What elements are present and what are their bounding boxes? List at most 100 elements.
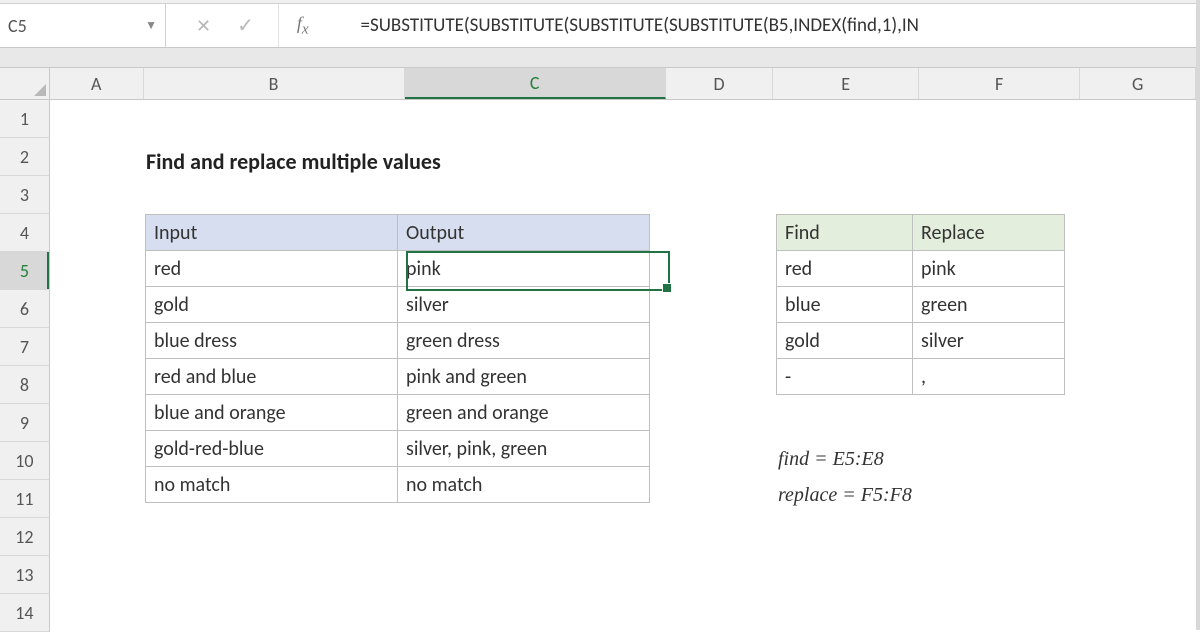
cell-E12[interactable] [773,518,919,556]
cell-A14[interactable] [50,594,144,632]
cell-F5[interactable] [919,252,1080,290]
cell-E2[interactable] [773,138,919,176]
row-header-9[interactable]: 9 [0,404,50,442]
cell-G4[interactable] [1080,214,1196,252]
cell-A4[interactable] [50,214,144,252]
cell-E13[interactable] [773,556,919,594]
cell-C10[interactable] [405,442,666,480]
row-header-2[interactable]: 2 [0,138,50,176]
row-header-10[interactable]: 10 [0,442,50,480]
cell-G8[interactable] [1080,366,1196,404]
cell-D14[interactable] [666,594,774,632]
cell-E9[interactable] [773,404,919,442]
cell-F10[interactable] [919,442,1080,480]
cell-E8[interactable] [773,366,919,404]
cell-C11[interactable] [405,480,666,518]
enter-icon[interactable]: ✓ [237,13,254,38]
row-header-13[interactable]: 13 [0,556,50,594]
cell-C3[interactable] [405,176,666,214]
cell-B2[interactable] [144,138,405,176]
cell-C13[interactable] [405,556,666,594]
cell-D11[interactable] [666,480,774,518]
cell-D5[interactable] [666,252,774,290]
cell-D12[interactable] [666,518,774,556]
cell-C7[interactable] [405,328,666,366]
cell-B13[interactable] [144,556,405,594]
cell-E7[interactable] [773,328,919,366]
cell-C8[interactable] [405,366,666,404]
cell-F8[interactable] [919,366,1080,404]
cell-F6[interactable] [919,290,1080,328]
cell-F2[interactable] [919,138,1080,176]
cell-G3[interactable] [1080,176,1196,214]
cell-A7[interactable] [50,328,144,366]
cell-C6[interactable] [405,290,666,328]
cell-D8[interactable] [666,366,774,404]
cell-G6[interactable] [1080,290,1196,328]
cell-B6[interactable] [144,290,405,328]
cell-E10[interactable] [773,442,919,480]
cell-C4[interactable] [405,214,666,252]
select-all-corner[interactable] [0,68,50,99]
row-header-8[interactable]: 8 [0,366,50,404]
cell-A1[interactable] [50,100,144,138]
cell-A6[interactable] [50,290,144,328]
cell-B8[interactable] [144,366,405,404]
name-box[interactable]: C5 ▼ [0,4,166,47]
cell-A13[interactable] [50,556,144,594]
cell-B10[interactable] [144,442,405,480]
cell-G9[interactable] [1080,404,1196,442]
cell-G12[interactable] [1080,518,1196,556]
column-header-D[interactable]: D [666,68,774,99]
cell-F12[interactable] [919,518,1080,556]
cell-B1[interactable] [144,100,405,138]
cell-A2[interactable] [50,138,144,176]
cell-F1[interactable] [919,100,1080,138]
cell-A3[interactable] [50,176,144,214]
cell-G14[interactable] [1080,594,1196,632]
cell-B9[interactable] [144,404,405,442]
cell-F9[interactable] [919,404,1080,442]
column-header-F[interactable]: F [919,68,1080,99]
row-header-11[interactable]: 11 [0,480,50,518]
cell-A8[interactable] [50,366,144,404]
cell-C12[interactable] [405,518,666,556]
cell-E3[interactable] [773,176,919,214]
cell-F11[interactable] [919,480,1080,518]
row-header-12[interactable]: 12 [0,518,50,556]
cell-C1[interactable] [405,100,666,138]
cell-C14[interactable] [405,594,666,632]
cell-E6[interactable] [773,290,919,328]
cell-B11[interactable] [144,480,405,518]
cell-F3[interactable] [919,176,1080,214]
cell-G5[interactable] [1080,252,1196,290]
cell-G1[interactable] [1080,100,1196,138]
cell-A5[interactable] [50,252,144,290]
formula-input[interactable]: =SUBSTITUTE(SUBSTITUTE(SUBSTITUTE(SUBSTI… [327,14,1196,37]
row-header-6[interactable]: 6 [0,290,50,328]
cell-D9[interactable] [666,404,774,442]
cell-G11[interactable] [1080,480,1196,518]
row-header-3[interactable]: 3 [0,176,50,214]
cell-A12[interactable] [50,518,144,556]
cell-D2[interactable] [666,138,774,176]
cell-G2[interactable] [1080,138,1196,176]
cell-B3[interactable] [144,176,405,214]
column-header-E[interactable]: E [773,68,919,99]
row-header-5[interactable]: 5 [0,252,50,290]
cell-G10[interactable] [1080,442,1196,480]
cell-E5[interactable] [773,252,919,290]
column-header-C[interactable]: C [405,68,666,99]
column-header-G[interactable]: G [1080,68,1196,99]
cell-F13[interactable] [919,556,1080,594]
fx-icon[interactable]: fx [279,13,327,39]
cell-B12[interactable] [144,518,405,556]
cell-D7[interactable] [666,328,774,366]
row-header-7[interactable]: 7 [0,328,50,366]
cell-F7[interactable] [919,328,1080,366]
cell-E4[interactable] [773,214,919,252]
row-header-14[interactable]: 14 [0,594,50,632]
cell-C5[interactable] [405,252,666,290]
cell-B5[interactable] [144,252,405,290]
column-header-A[interactable]: A [50,68,144,99]
